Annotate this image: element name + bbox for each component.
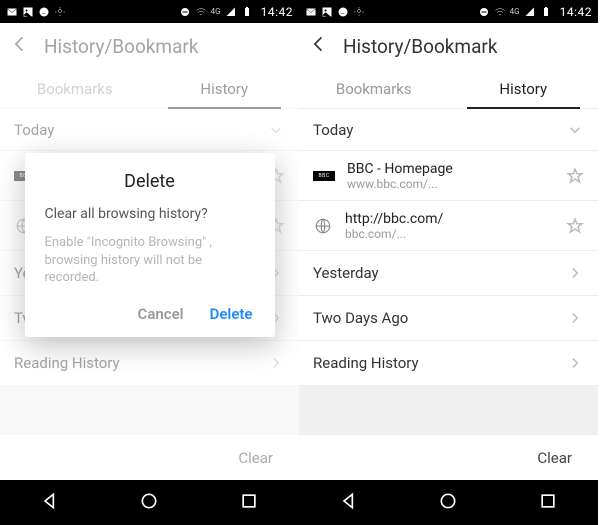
dialog-actions: Cancel Delete xyxy=(45,301,255,327)
history-item-title: http://bbc.com/ xyxy=(345,211,548,227)
chevron-right-icon xyxy=(566,354,584,372)
phone-left: 4G 14:42 History/Bookmark Bookmarks Hist… xyxy=(0,0,299,525)
location-icon xyxy=(353,6,365,18)
clock: 14:42 xyxy=(261,5,293,19)
tab-bookmarks[interactable]: Bookmarks xyxy=(299,69,449,108)
section-two-days-label: Two Days Ago xyxy=(313,309,408,327)
page-title: History/Bookmark xyxy=(343,35,498,58)
tabs: Bookmarks History xyxy=(299,69,598,109)
history-item-title: BBC - Homepage xyxy=(347,161,548,177)
dnd-icon xyxy=(478,6,490,18)
nav-recent-icon[interactable] xyxy=(239,491,259,515)
history-item-url: bbc.com/... xyxy=(345,227,548,241)
clear-bar: Clear xyxy=(299,434,598,480)
star-icon[interactable] xyxy=(566,167,584,185)
nav-back-icon[interactable] xyxy=(339,491,359,515)
section-yesterday-label: Yesterday xyxy=(313,264,379,282)
section-reading-history[interactable]: Reading History xyxy=(299,341,598,386)
nav-back-icon[interactable] xyxy=(40,491,60,515)
gmail-icon xyxy=(6,6,18,18)
battery-icon xyxy=(241,6,253,18)
network-label: 4G xyxy=(510,7,520,16)
dialog-note: Enable "Incognito Browsing" , browsing h… xyxy=(45,234,255,287)
star-icon[interactable] xyxy=(566,217,584,235)
signal-icon xyxy=(225,6,237,18)
status-bar: 4G 14:42 xyxy=(0,0,299,23)
whatsapp-icon xyxy=(337,6,349,18)
app-bar: History/Bookmark xyxy=(299,23,598,69)
section-today[interactable]: Today xyxy=(299,109,598,151)
photo-icon xyxy=(22,6,34,18)
section-yesterday[interactable]: Yesterday xyxy=(299,251,598,296)
whatsapp-icon xyxy=(38,6,50,18)
favicon-globe xyxy=(313,216,333,236)
status-bar: 4G 14:42 xyxy=(299,0,598,23)
back-button[interactable] xyxy=(309,34,329,58)
section-today-label: Today xyxy=(313,121,353,139)
dnd-icon xyxy=(179,6,191,18)
nav-recent-icon[interactable] xyxy=(538,491,558,515)
network-label: 4G xyxy=(211,7,221,16)
chevron-right-icon xyxy=(566,309,584,327)
section-two-days[interactable]: Two Days Ago xyxy=(299,296,598,341)
chevron-down-icon xyxy=(566,121,584,139)
dialog-message: Clear all browsing history? xyxy=(45,206,255,222)
wifi-icon xyxy=(195,6,207,18)
history-item[interactable]: BBC BBC - Homepage www.bbc.com/... xyxy=(299,151,598,201)
nav-home-icon[interactable] xyxy=(438,491,458,515)
photo-icon xyxy=(321,6,333,18)
dialog-scrim[interactable]: Delete Clear all browsing history? Enabl… xyxy=(0,23,299,480)
gmail-icon xyxy=(305,6,317,18)
nav-home-icon[interactable] xyxy=(139,491,159,515)
dialog-title: Delete xyxy=(45,171,255,192)
clear-button[interactable]: Clear xyxy=(537,449,572,467)
android-nav-bar xyxy=(0,480,299,525)
wifi-icon xyxy=(494,6,506,18)
favicon-bbc: BBC xyxy=(313,171,335,181)
dialog-cancel-button[interactable]: Cancel xyxy=(138,305,184,323)
section-reading-label: Reading History xyxy=(313,354,419,372)
android-nav-bar xyxy=(299,480,598,525)
tab-bookmarks-label: Bookmarks xyxy=(336,80,412,98)
tab-history-label: History xyxy=(499,80,547,98)
chevron-right-icon xyxy=(566,264,584,282)
location-icon xyxy=(54,6,66,18)
phone-right: 4G 14:42 History/Bookmark Bookmarks Hist… xyxy=(299,0,598,525)
tab-history[interactable]: History xyxy=(449,69,599,108)
clock: 14:42 xyxy=(560,5,592,19)
history-item[interactable]: http://bbc.com/ bbc.com/... xyxy=(299,201,598,251)
delete-dialog: Delete Clear all browsing history? Enabl… xyxy=(25,153,275,337)
battery-icon xyxy=(540,6,552,18)
history-item-url: www.bbc.com/... xyxy=(347,177,548,191)
signal-icon xyxy=(524,6,536,18)
dialog-confirm-button[interactable]: Delete xyxy=(210,305,253,323)
